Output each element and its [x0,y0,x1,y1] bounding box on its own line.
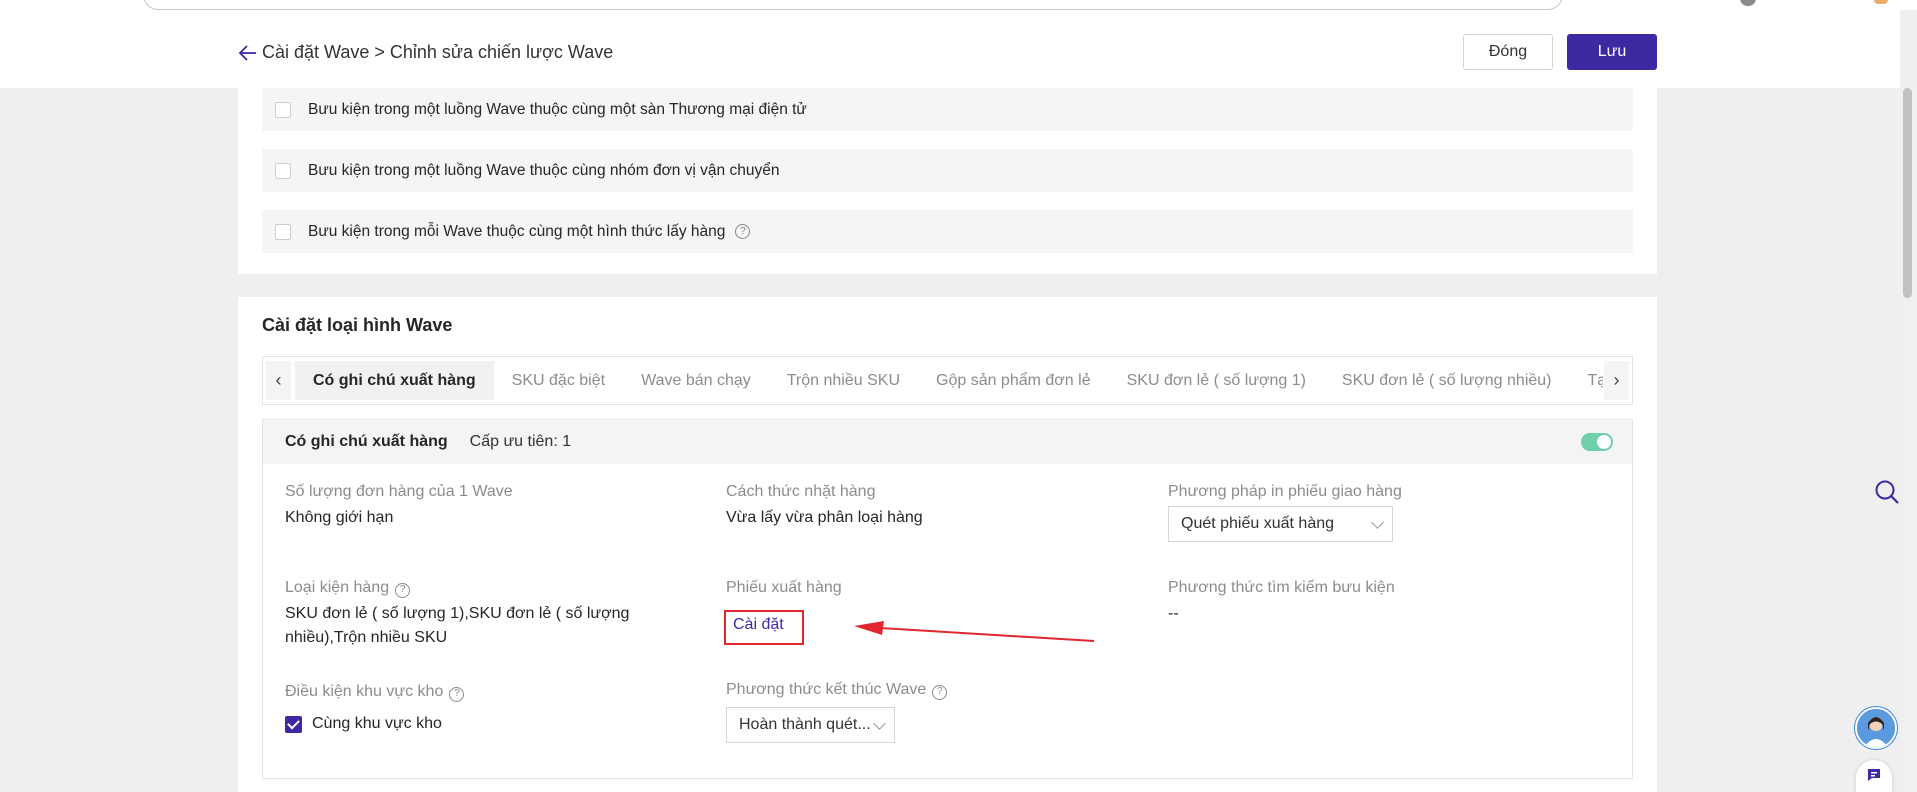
panel-header: Có ghi chú xuất hàng Cấp ưu tiên: 1 [263,420,1632,464]
condition-label: Bưu kiện trong một luồng Wave thuộc cùng… [308,100,807,118]
chevron-right-icon[interactable]: › [1604,361,1629,400]
chat-button[interactable] [1856,760,1892,792]
tab-export-note[interactable]: Có ghi chú xuất hàng [295,361,494,400]
browser-toolbar [0,0,1917,10]
search-method-value: -- [1168,605,1179,622]
section-title: Cài đặt loại hình Wave [262,315,453,335]
condition-checkbox[interactable] [275,101,291,118]
question-circle-icon[interactable]: ? [932,684,948,700]
package-type-label: Loại kiện hàng? [285,579,411,598]
search-method-label: Phương thức tìm kiếm bưu kiện [1168,579,1395,596]
extension-icon[interactable] [1874,0,1888,4]
zone-condition-label: Điều kiện khu vực kho? [285,683,465,702]
print-method-label: Phương pháp in phiếu giao hàng [1168,483,1402,500]
page-header: Cài đặt Wave > Chỉnh sửa chiến lược Wave… [0,10,1900,88]
profile-icon[interactable] [1740,0,1756,6]
tab-single-sku-qty1[interactable]: SKU đơn lẻ ( số lượng 1) [1109,361,1324,400]
slip-setup-link[interactable]: Cài đặt [733,616,784,634]
order-qty-value: Không giới hạn [285,509,394,526]
address-bar[interactable] [143,0,1563,10]
condition-checkbox[interactable] [275,162,291,179]
tab-special-sku[interactable]: SKU đặc biệt [494,361,623,400]
breadcrumb: Cài đặt Wave > Chỉnh sửa chiến lược Wave [262,42,614,62]
chat-icon [1868,769,1880,781]
print-method-select[interactable]: Quét phiếu xuất hàng [1168,506,1393,542]
zone-checkbox[interactable] [285,716,302,733]
condition-row-pickup-method[interactable]: Bưu kiện trong mỗi Wave thuộc cùng một h… [262,210,1633,253]
picking-method-label: Cách thức nhặt hàng [726,483,876,500]
question-circle-icon[interactable]: ? [449,686,465,702]
tab-best-seller[interactable]: Wave bán chạy [623,361,769,400]
picking-method-value: Vừa lấy vừa phân loại hàng [726,509,923,526]
tab-mixed-sku[interactable]: Trộn nhiều SKU [769,361,918,400]
avatar-icon [1857,709,1895,747]
search-icon[interactable] [1873,478,1901,506]
condition-checkbox[interactable] [275,223,291,240]
tab-manual[interactable]: Tạo thủ công [1570,361,1604,400]
save-button[interactable]: Lưu [1567,34,1657,70]
tab-single-sku-multi[interactable]: SKU đơn lẻ ( số lượng nhiều) [1324,361,1570,400]
support-avatar[interactable] [1855,707,1897,749]
question-circle-icon[interactable]: ? [735,224,751,239]
scrollbar-thumb[interactable] [1903,88,1912,298]
print-method-value: Quét phiếu xuất hàng [1181,515,1335,532]
arrow-left-icon[interactable] [238,43,258,63]
wave-type-tabbar: ‹ Có ghi chú xuất hàng SKU đặc biệt Wave b… [262,356,1633,405]
condition-row-ecommerce[interactable]: Bưu kiện trong một luồng Wave thuộc cùng… [262,88,1633,131]
package-type-value: SKU đơn lẻ ( số lượng 1),SKU đơn lẻ ( số… [285,605,630,646]
wave-type-name: Có ghi chú xuất hàng [285,433,448,450]
order-qty-label: Số lượng đơn hàng của 1 Wave [285,483,513,500]
annotation-arrow [854,621,1095,642]
wave-type-card: Cài đặt loại hình Wave ‹ Có ghi chú xuất… [238,297,1657,792]
chevron-left-icon[interactable]: ‹ [266,361,291,400]
question-circle-icon[interactable]: ? [395,582,411,598]
tab-merge-single[interactable]: Gộp sản phẩm đơn lẻ [918,361,1109,400]
chevron-down-icon [873,717,886,730]
tab-list: Có ghi chú xuất hàng SKU đặc biệt Wave bán… [295,361,1603,400]
slip-label: Phiếu xuất hàng [726,579,842,596]
condition-row-carrier-group[interactable]: Bưu kiện trong một luồng Wave thuộc cùng… [262,149,1633,192]
wave-type-detail-panel: Có ghi chú xuất hàng Cấp ưu tiên: 1 Số l… [262,419,1633,779]
wave-conditions-card: Bưu kiện trong một luồng Wave thuộc cùng… [238,88,1657,274]
end-method-label: Phương thức kết thúc Wave? [726,681,948,700]
end-method-value: Hoàn thành quét... [739,716,871,733]
zone-option-label: Cùng khu vực kho [312,715,442,732]
condition-label: Bưu kiện trong một luồng Wave thuộc cùng… [308,161,780,179]
enable-toggle[interactable] [1581,433,1613,451]
priority-label: Cấp ưu tiên: 1 [469,433,572,450]
condition-label: Bưu kiện trong mỗi Wave thuộc cùng một h… [308,222,726,240]
chevron-down-icon [1371,516,1384,529]
close-button[interactable]: Đóng [1463,34,1553,70]
end-method-select[interactable]: Hoàn thành quét... [726,707,895,743]
